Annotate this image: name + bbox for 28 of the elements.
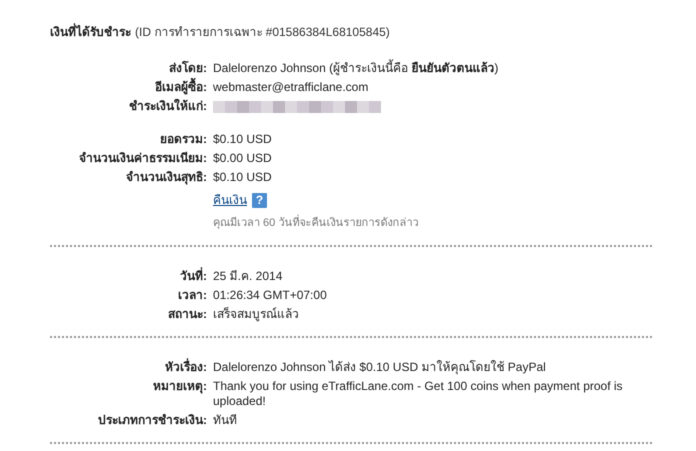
field-value: Dalelorenzo Johnson ได้ส่ง $0.10 USD มาให้คุณโดยใช้ PayPal [213, 360, 547, 375]
field-value: $0.10 USD [213, 170, 273, 185]
field-value: เสร็จสมบูรณ์แล้ว [213, 307, 300, 322]
help-icon[interactable]: ? [252, 193, 267, 208]
field-value: Thank you for using eTrafficLane.com - Get 100 coins when payment proof is uploaded! [213, 379, 624, 409]
field-label: หมายเหตุ: [152, 379, 208, 394]
field-label: จำนวนเงินค่าธรรมเนียม: [78, 151, 208, 166]
field-value: 25 มี.ค. 2014 [213, 269, 284, 284]
field-label: ประเภทการชำระเงิน: [97, 413, 208, 428]
field-value: webmaster@etrafficlane.com [213, 80, 370, 95]
field-label: สถานะ: [167, 307, 208, 322]
field-label: วันที่: [179, 269, 208, 284]
field-value: Dalelorenzo Johnson (ผู้ชำระเงินนี้คือ ยืนยันตัวตนแล้ว) [213, 61, 500, 76]
refund-link[interactable]: คืนเงิน [213, 193, 247, 208]
field-label: เวลา: [177, 288, 208, 303]
field-label: ชำระเงินให้แก่: [128, 99, 208, 114]
page-title: เงินที่ได้รับชำระ [50, 25, 131, 39]
field-value: $0.10 USD [213, 132, 273, 147]
field-value: ทันที [213, 413, 238, 428]
field-value: 01:26:34 GMT+07:00 [213, 288, 328, 303]
field-label: อีเมลผู้ซื้อ: [50, 80, 213, 95]
refund-note: คุณมีเวลา 60 วันที่จะคืนเงินรายการดังกล่าว [213, 216, 418, 231]
field-label: ยอดรวม: [159, 132, 208, 147]
field-value: $0.00 USD [213, 151, 273, 166]
field-label: ส่งโดย: [168, 61, 208, 76]
field-label: หัวเรื่อง: [164, 360, 208, 375]
field-label: จำนวนเงินสุทธิ: [125, 170, 208, 185]
transaction-id: (ID การทำรายการเฉพาะ #01586384L68105845) [135, 25, 390, 39]
